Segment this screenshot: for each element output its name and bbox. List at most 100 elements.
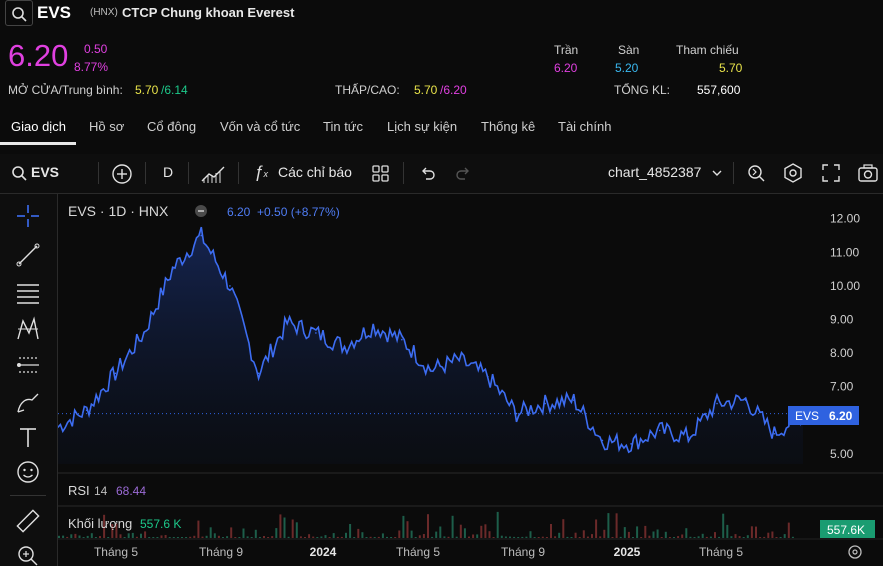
indicator-icon[interactable]: ƒx	[254, 162, 268, 182]
tab-co-dong[interactable]: Cổ đông	[147, 119, 196, 134]
volume-bar	[697, 536, 700, 538]
volume-bar	[181, 537, 183, 538]
ceiling-label: Trần	[554, 43, 579, 57]
volume-bar	[340, 536, 343, 538]
toolbar-divider	[733, 162, 734, 184]
search-icon[interactable]	[10, 164, 30, 184]
volume-bar	[705, 536, 708, 538]
price-change-percent: 8.77%	[74, 60, 109, 74]
bar-style-icon[interactable]	[200, 163, 226, 185]
ruler-icon[interactable]	[14, 507, 42, 535]
x-tick-label: Tháng 5	[699, 545, 743, 559]
price-chart[interactable]: EVS · 1D · HNX 6.20 +0.50 (+8.77%) EVS 6…	[57, 194, 883, 566]
fullscreen-icon[interactable]	[821, 163, 841, 183]
volume-bar	[431, 536, 434, 538]
low-high-label: THẤP/CAO:	[335, 83, 400, 97]
volume-bar	[615, 513, 618, 538]
volume-bar	[451, 515, 454, 538]
volume-bar	[496, 511, 499, 538]
volume-bar	[627, 531, 630, 538]
tab-lich-su-kien[interactable]: Lịch sự kiện	[387, 119, 457, 134]
layout-grid-icon[interactable]	[371, 164, 391, 184]
x-tick-label: 2025	[614, 545, 641, 559]
price-point	[658, 429, 661, 432]
chart-symbol[interactable]: EVS	[31, 164, 59, 180]
symbol-search-button[interactable]	[5, 0, 33, 26]
quick-search-icon[interactable]	[745, 162, 767, 184]
tab-ho-so[interactable]: Hồ sơ	[89, 119, 124, 134]
crosshair-icon[interactable]	[14, 202, 42, 230]
volume-bar	[480, 525, 483, 538]
price-point	[114, 372, 117, 375]
pattern-icon[interactable]	[14, 315, 42, 343]
settings-icon[interactable]	[782, 162, 804, 184]
legend-delta: +0.50 (+8.77%)	[257, 205, 340, 219]
volume-bar	[70, 534, 73, 538]
price-point	[544, 402, 546, 405]
volume-bar	[664, 531, 667, 538]
volume-bar	[230, 527, 233, 538]
legend-last-price: 6.20	[227, 205, 251, 219]
price-point	[487, 375, 489, 378]
high-value: /6.20	[440, 83, 467, 97]
price-point	[744, 399, 747, 401]
tab-tai-chinh[interactable]: Tài chính	[558, 119, 611, 134]
price-point	[458, 359, 460, 361]
y-tick-label: 7.00	[830, 380, 854, 394]
camera-icon[interactable]	[857, 163, 879, 183]
volume-bar	[599, 536, 602, 538]
volume-bar	[250, 537, 253, 538]
tab-von-co-tuc[interactable]: Vốn và cổ tức	[220, 119, 300, 134]
volume-bar	[164, 535, 167, 538]
volume-bar	[677, 536, 680, 538]
volume-bar	[324, 535, 327, 538]
price-point	[572, 399, 575, 401]
volume-bar	[213, 533, 216, 538]
emoji-icon[interactable]	[14, 458, 42, 486]
volume-bar	[648, 535, 651, 538]
redo-icon[interactable]	[455, 165, 473, 183]
volume-bar	[455, 536, 458, 538]
volume-bar	[381, 533, 384, 538]
horizontal-lines-icon[interactable]	[14, 279, 42, 307]
volume-bar	[66, 536, 69, 538]
indicators-button[interactable]: Các chỉ báo	[278, 164, 352, 180]
settings-icon[interactable]	[848, 545, 862, 559]
tab-thong-ke[interactable]: Thống kê	[481, 119, 535, 134]
volume-bar	[246, 536, 249, 538]
y-tick-label: 8.00	[830, 346, 854, 360]
chart-canvas[interactable]: EVS · 1D · HNX 6.20 +0.50 (+8.77%) EVS 6…	[57, 194, 883, 566]
y-tick-label: 11.00	[830, 245, 859, 259]
volume-bar	[714, 532, 716, 538]
toolbar-divider	[403, 162, 404, 184]
volume-bar	[447, 536, 450, 538]
volume-bar	[234, 537, 237, 538]
price-point	[171, 268, 174, 270]
tab-tin-tuc[interactable]: Tin tức	[323, 119, 363, 134]
volume-bar	[644, 525, 647, 538]
x-tick-label: Tháng 9	[199, 545, 243, 559]
reference-value: 5.70	[719, 61, 743, 75]
volume-bar	[611, 537, 614, 538]
price-point	[773, 432, 776, 435]
fib-levels-icon[interactable]	[14, 352, 42, 380]
interval-button[interactable]: D	[163, 164, 173, 180]
trend-line-icon[interactable]	[14, 241, 42, 269]
text-tool-icon[interactable]	[14, 423, 42, 451]
layout-name[interactable]: chart_4852387	[608, 164, 701, 180]
undo-icon[interactable]	[418, 165, 436, 183]
volume-bar	[279, 514, 282, 538]
volume-bar	[94, 537, 97, 538]
y-tick-label: 10.00	[830, 279, 860, 293]
add-symbol-icon[interactable]	[110, 162, 134, 186]
tab-giao-dich[interactable]: Giao dịch	[11, 119, 66, 134]
volume-bar	[144, 531, 147, 538]
volume-bar	[402, 515, 405, 538]
avg-value: /6.14	[161, 83, 188, 97]
brush-icon[interactable]	[14, 388, 42, 416]
volume-bar	[217, 535, 220, 538]
ceiling-value: 6.20	[554, 61, 578, 75]
zoom-in-icon[interactable]	[14, 542, 42, 566]
volume-bar	[74, 533, 77, 538]
chevron-down-icon[interactable]	[711, 168, 723, 178]
